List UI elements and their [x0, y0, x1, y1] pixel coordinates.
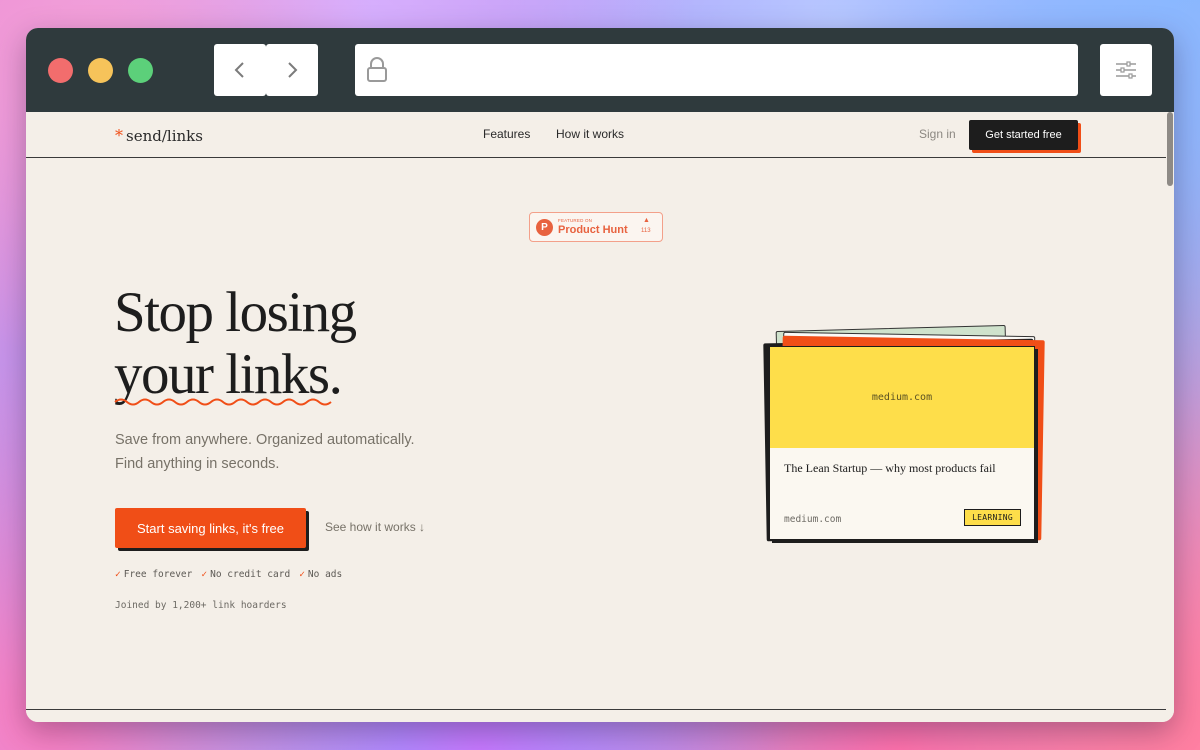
hero-subtitle: Save from anywhere. Organized automatica… [115, 428, 475, 476]
hero-title: Stop losing your links. [114, 282, 534, 406]
product-hunt-icon: P [536, 219, 553, 236]
squiggle-underline [114, 398, 332, 406]
benefit-item: ✓ No ads [299, 569, 342, 580]
badge-featured-label: FEATURED ON [558, 218, 593, 223]
lock-icon [367, 57, 387, 82]
link-card[interactable]: medium.com The Lean Startup — why most p… [769, 346, 1035, 540]
benefits-list: ✓ Free forever ✓ No credit card ✓ No ads [115, 569, 342, 580]
check-icon: ✓ [201, 569, 208, 580]
check-icon: ✓ [115, 569, 121, 580]
site-header: * send/links Features How it works Sign i… [26, 112, 1166, 158]
close-window-button[interactable] [48, 58, 73, 83]
check-icon: ✓ [299, 569, 305, 580]
browser-window: * send/links Features How it works Sign i… [26, 28, 1174, 722]
chevron-right-icon [288, 62, 298, 78]
sliders-icon [1116, 61, 1136, 79]
browser-toolbar [26, 28, 1174, 112]
benefit-label: No credit card [210, 569, 291, 580]
forward-button[interactable] [266, 44, 318, 96]
link-card-stack: medium.com The Lean Startup — why most p… [761, 324, 1051, 574]
benefit-label: No ads [307, 569, 343, 580]
page-viewport: * send/links Features How it works Sign i… [26, 112, 1174, 722]
browser-menu-button[interactable] [1100, 44, 1152, 96]
section-divider [26, 709, 1166, 710]
badge-name: Product Hunt [558, 224, 628, 236]
site-logo[interactable]: * send/links [115, 126, 203, 145]
hero-subtitle-line-2: Find anything in seconds. [115, 456, 280, 472]
benefit-item: ✓ No credit card [201, 569, 290, 580]
see-how-it-works-link[interactable]: See how it works ↓ [325, 520, 425, 534]
logo-star: * [115, 126, 123, 145]
hero-title-line-1: Stop losing [114, 281, 357, 344]
minimize-window-button[interactable] [88, 58, 113, 83]
nav-link-features[interactable]: Features [483, 127, 530, 141]
benefit-label: Free forever [123, 569, 193, 580]
sign-in-link[interactable]: Sign in [919, 127, 956, 141]
maximize-window-button[interactable] [128, 58, 153, 83]
benefit-item: ✓ Free forever [115, 569, 192, 580]
get-started-button[interactable]: Get started free [969, 120, 1078, 150]
social-proof-text: Joined by 1,200+ link hoarders [115, 600, 287, 611]
scrollbar-thumb[interactable] [1167, 112, 1173, 186]
logo-text: send/links [126, 127, 203, 145]
address-bar[interactable] [355, 44, 1078, 96]
card-title: The Lean Startup — why most products fai… [784, 461, 996, 475]
product-hunt-badge[interactable]: P FEATURED ON Product Hunt ▲ 113 [529, 212, 663, 242]
card-preview-domain: medium.com [871, 392, 933, 403]
back-button[interactable] [214, 44, 266, 96]
hero-subtitle-line-1: Save from anywhere. Organized automatica… [115, 432, 415, 448]
chevron-left-icon [234, 62, 244, 78]
card-tag[interactable]: LEARNING [964, 509, 1021, 526]
nav-link-how-it-works[interactable]: How it works [556, 127, 624, 141]
upvote-count: 113 [641, 228, 651, 234]
card-domain: medium.com [784, 514, 842, 525]
start-saving-button[interactable]: Start saving links, it's free [115, 508, 306, 548]
upvote-arrow-icon: ▲ [643, 217, 650, 224]
card-preview: medium.com [770, 347, 1034, 448]
